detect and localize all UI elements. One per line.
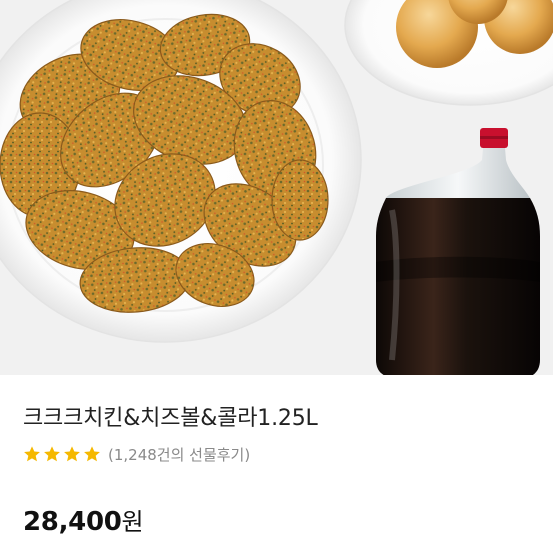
rating-stars — [23, 445, 103, 463]
star-icon — [64, 446, 80, 462]
product-photo-illustration — [0, 0, 553, 375]
product-price: 28,400원 — [23, 502, 144, 537]
price-unit: 원 — [121, 508, 144, 536]
star-icon — [84, 446, 100, 462]
product-info: 크크크치킨&치즈볼&콜라1.25L (1,248건의 선물후기) 28,400원 — [0, 375, 553, 553]
review-count[interactable]: (1,248건의 선물후기) — [108, 444, 250, 465]
rating-row[interactable]: (1,248건의 선물후기) — [23, 443, 250, 465]
price-amount: 28,400 — [23, 507, 122, 537]
product-image[interactable] — [0, 0, 553, 375]
product-title[interactable]: 크크크치킨&치즈볼&콜라1.25L — [23, 400, 318, 432]
cola-bottle — [376, 128, 540, 375]
star-icon — [44, 446, 60, 462]
product-card[interactable]: 크크크치킨&치즈볼&콜라1.25L (1,248건의 선물후기) 28,400원 — [0, 0, 553, 553]
star-icon — [24, 446, 40, 462]
